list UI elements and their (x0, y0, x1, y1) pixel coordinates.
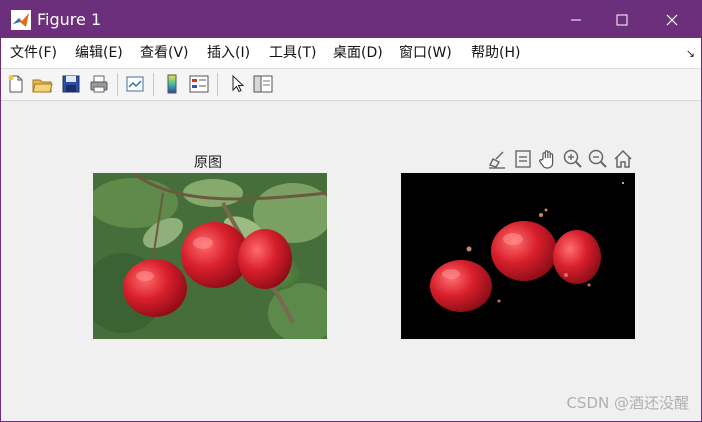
legend-icon[interactable] (188, 73, 210, 95)
matlab-logo-icon (11, 10, 31, 30)
toolbar-separator (117, 73, 118, 96)
brush-icon[interactable] (486, 148, 508, 170)
figure-toolbar (1, 69, 701, 101)
menu-view[interactable]: 查看(V) (140, 45, 189, 61)
maximize-icon (616, 14, 628, 25)
zoom-in-icon[interactable] (562, 148, 584, 170)
menu-tools[interactable]: 工具(T) (269, 45, 316, 61)
pan-hand-icon[interactable] (537, 148, 559, 170)
minimize-icon (571, 19, 581, 20)
data-tips-icon[interactable] (512, 148, 534, 170)
menu-bar: 文件(F) 编辑(E) 查看(V) 插入(I) 工具(T) 桌面(D) 窗口(W… (1, 38, 701, 69)
close-button[interactable] (649, 1, 695, 38)
colorbar-icon[interactable] (161, 73, 183, 95)
left-axes-title: 原图 (194, 155, 222, 171)
menu-overflow-icon[interactable]: ↘ (686, 47, 695, 60)
home-icon[interactable] (612, 148, 634, 170)
new-figure-icon[interactable] (5, 73, 27, 95)
title-bar: Figure 1 (1, 1, 701, 38)
menu-edit[interactable]: 编辑(E) (75, 45, 123, 61)
window-title: Figure 1 (37, 10, 102, 29)
segmented-image (401, 173, 635, 339)
open-file-icon[interactable] (31, 73, 53, 95)
property-editor-icon[interactable] (252, 73, 274, 95)
menu-help[interactable]: 帮助(H) (471, 45, 520, 61)
menu-window[interactable]: 窗口(W) (399, 45, 452, 61)
print-icon[interactable] (88, 73, 110, 95)
figure-window: Figure 1 文件(F) 编辑(E) 查看(V) 插入(I) 工具(T) 桌… (0, 0, 702, 422)
maximize-button[interactable] (599, 1, 645, 38)
original-image (93, 173, 327, 339)
watermark-text: CSDN @酒还没醒 (566, 394, 689, 412)
toolbar-separator (217, 73, 218, 96)
menu-desktop[interactable]: 桌面(D) (333, 45, 383, 61)
menu-insert[interactable]: 插入(I) (207, 45, 250, 61)
minimize-button[interactable] (553, 1, 599, 38)
pointer-icon[interactable] (226, 73, 248, 95)
link-plot-icon[interactable] (124, 73, 146, 95)
menu-file[interactable]: 文件(F) (10, 45, 57, 61)
zoom-out-icon[interactable] (587, 148, 609, 170)
toolbar-separator (153, 73, 154, 96)
close-icon (666, 14, 678, 25)
save-icon[interactable] (60, 73, 82, 95)
